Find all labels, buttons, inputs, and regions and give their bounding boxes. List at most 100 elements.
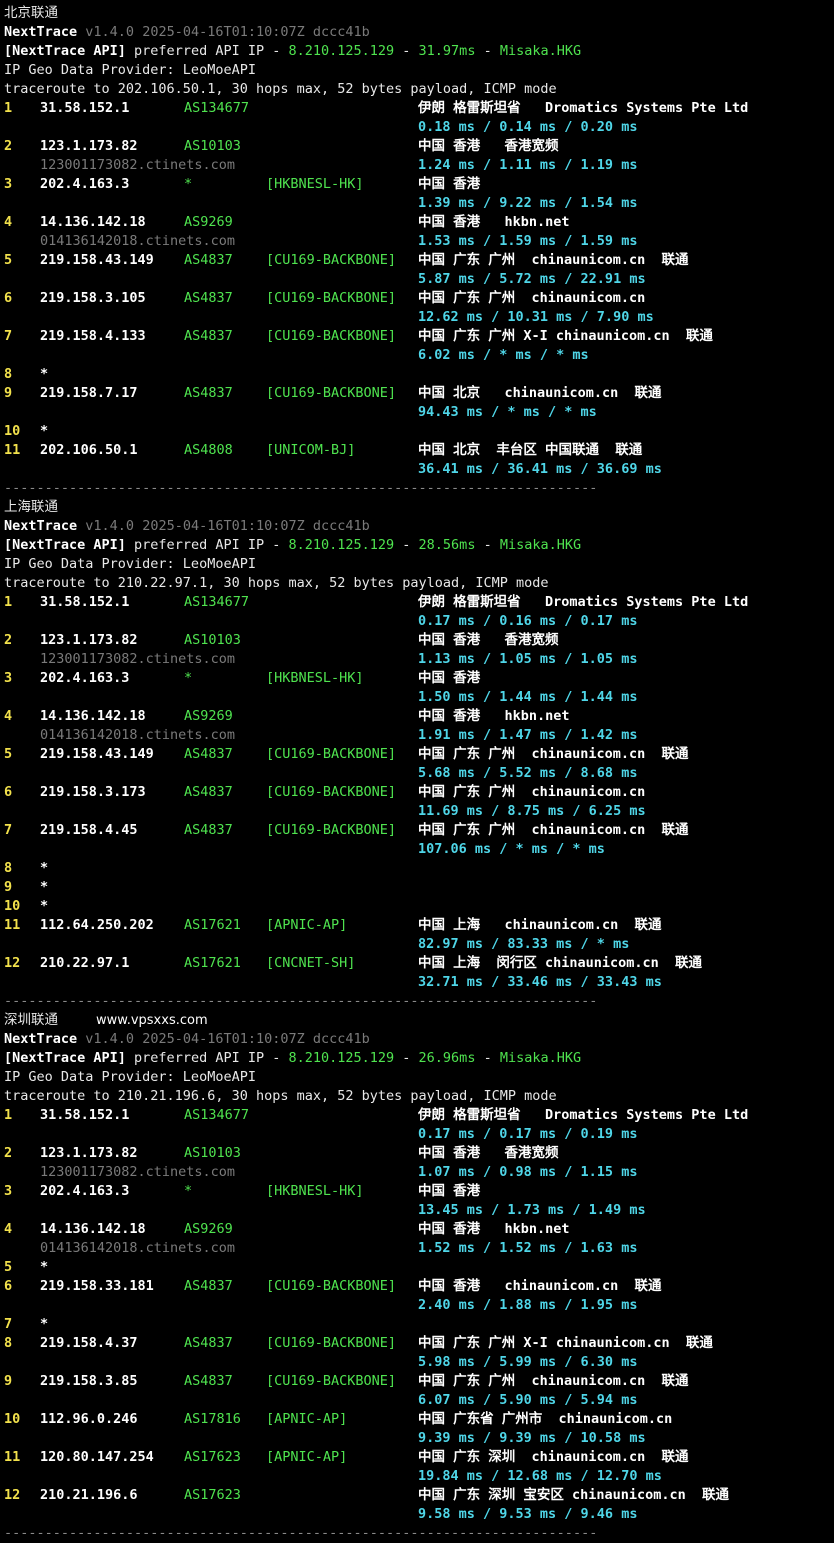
hop-asn: AS17623 (184, 1449, 241, 1465)
hop-row: 9 219.158.7.17 AS4837 [CU169-BACKBONE] 中国 北京… (4, 384, 830, 403)
hop-row: 1 31.58.152.1 AS134677 伊朗 格雷斯坦省 Dromatics S… (4, 593, 830, 612)
hop-asn: * (184, 1183, 193, 1199)
hop-tag: [UNICOM-BJ] (266, 442, 356, 458)
api-ip: 8.210.125.129 (288, 1050, 395, 1066)
geo-provider-text: IP Geo Data Provider: LeoMoeAPI (4, 62, 256, 78)
hop-geo: 中国 香港 香港宽频 (418, 138, 559, 154)
hop-hostname: 014136142018.ctinets.com (40, 727, 236, 743)
hop-number: 3 (4, 176, 13, 192)
hop-tag: [HKBNESL-HK] (266, 670, 364, 686)
hop-tag: [CU169-BACKBONE] (266, 1373, 397, 1389)
hop-latency: 9.58 ms / 9.53 ms / 9.46 ms (418, 1506, 638, 1522)
hop-detail-row: 1.50 ms / 1.44 ms / 1.44 ms (4, 688, 830, 707)
hop-row: 6 219.158.33.181 AS4837 [CU169-BACKBONE] 中国 … (4, 1277, 830, 1296)
hop-detail-row: 1.39 ms / 9.22 ms / 1.54 ms (4, 194, 830, 213)
hop-number: 5 (4, 746, 13, 762)
hop-asn: AS134677 (184, 594, 250, 610)
hop-number: 9 (4, 879, 13, 895)
hop-row: 4 14.136.142.18 AS9269 中国 香港 hkbn.net (4, 213, 830, 232)
hop-asn: AS10103 (184, 632, 241, 648)
hop-geo: 中国 香港 香港宽频 (418, 632, 559, 648)
hop-ip: * (40, 1259, 49, 1275)
hop-row: 10 112.96.0.246 AS17816 [APNIC-AP] 中国 广东省 广州… (4, 1410, 830, 1429)
hop-geo: 中国 香港 (418, 176, 481, 192)
api-mid: preferred API IP - (125, 537, 289, 553)
hop-row: 12 210.22.97.1 AS17621 [CNCNET-SH] 中国 上海 闵行区… (4, 954, 830, 973)
hop-latency: 5.68 ms / 5.52 ms / 8.68 ms (418, 765, 638, 781)
traceroute-line: traceroute to 210.22.97.1, 30 hops max, … (4, 574, 830, 593)
hop-latency: 1.53 ms / 1.59 ms / 1.59 ms (418, 233, 638, 249)
app-name: NextTrace (4, 1031, 78, 1047)
hop-asn: AS10103 (184, 138, 241, 154)
hop-tag: [CU169-BACKBONE] (266, 290, 397, 306)
hop-number: 1 (4, 594, 13, 610)
hop-geo: 伊朗 格雷斯坦省 Dromatics Systems Pte Ltd (418, 1107, 749, 1123)
hop-tag: [APNIC-AP] (266, 917, 348, 933)
hop-asn: AS4837 (184, 1278, 233, 1294)
hop-ip: * (40, 898, 49, 914)
hop-geo: 中国 广东 深圳 chinaunicom.cn 联通 (418, 1449, 689, 1465)
section-title-text: 北京联通 (4, 5, 58, 21)
hop-detail-row: 36.41 ms / 36.41 ms / 36.69 ms (4, 460, 830, 479)
geo-provider-line: IP Geo Data Provider: LeoMoeAPI (4, 555, 830, 574)
hop-latency: 1.50 ms / 1.44 ms / 1.44 ms (418, 689, 638, 705)
hop-number: 3 (4, 670, 13, 686)
hop-detail-row: 0.18 ms / 0.14 ms / 0.20 ms (4, 118, 830, 137)
hop-geo: 中国 广东 广州 chinaunicom.cn (418, 290, 646, 306)
api-latency: 31.97ms (418, 43, 476, 59)
hop-row: 3 202.4.163.3 * [HKBNESL-HK] 中国 香港 (4, 175, 830, 194)
hop-latency: 0.17 ms / 0.16 ms / 0.17 ms (418, 613, 638, 629)
geo-provider-line: IP Geo Data Provider: LeoMoeAPI (4, 1068, 830, 1087)
hop-number: 4 (4, 214, 13, 230)
hop-asn: AS4837 (184, 328, 233, 344)
hop-asn: AS4837 (184, 290, 233, 306)
traceroute-line: traceroute to 210.21.196.6, 30 hops max,… (4, 1087, 830, 1106)
hop-detail-row: 014136142018.ctinets.com 1.91 ms / 1.47 m… (4, 726, 830, 745)
hop-row: 6 219.158.3.173 AS4837 [CU169-BACKBONE] 中国 广… (4, 783, 830, 802)
hop-detail-row: 94.43 ms / * ms / * ms (4, 403, 830, 422)
hop-number: 6 (4, 290, 13, 306)
hop-detail-row: 5.98 ms / 5.99 ms / 6.30 ms (4, 1353, 830, 1372)
separator: ----------------------------------------… (4, 992, 830, 1011)
hop-hostname: 123001173082.ctinets.com (40, 651, 236, 667)
hop-asn: * (184, 670, 193, 686)
hop-row: 7 * (4, 1315, 830, 1334)
hop-ip: 219.158.3.105 (40, 290, 146, 306)
api-dash: - (394, 1050, 419, 1066)
api-prefix: [NextTrace API] (4, 1050, 126, 1066)
hop-ip: * (40, 423, 49, 439)
hop-row: 9 * (4, 878, 830, 897)
hop-hostname: 014136142018.ctinets.com (40, 1240, 236, 1256)
hop-number: 11 (4, 917, 21, 933)
hop-asn: AS4837 (184, 822, 233, 838)
hop-row: 8 219.158.4.37 AS4837 [CU169-BACKBONE] 中国 广东… (4, 1334, 830, 1353)
hop-geo: 中国 广东 深圳 宝安区 chinaunicom.cn 联通 (418, 1487, 730, 1503)
hop-ip: 219.158.43.149 (40, 252, 154, 268)
hop-geo: 伊朗 格雷斯坦省 Dromatics Systems Pte Ltd (418, 100, 749, 116)
section-title: 上海联通 (4, 498, 830, 517)
geo-provider-text: IP Geo Data Provider: LeoMoeAPI (4, 1069, 256, 1085)
hop-geo: 中国 广东 广州 X-I chinaunicom.cn 联通 (418, 328, 713, 344)
hop-asn: AS17621 (184, 955, 241, 971)
hop-geo: 中国 上海 闵行区 chinaunicom.cn 联通 (418, 955, 703, 971)
hop-latency: 5.87 ms / 5.72 ms / 22.91 ms (418, 271, 646, 287)
hop-ip: 14.136.142.18 (40, 1221, 146, 1237)
hop-number: 11 (4, 1449, 21, 1465)
hop-asn: AS9269 (184, 214, 233, 230)
api-node: Misaka.HKG (499, 43, 582, 59)
hop-tag: [CNCNET-SH] (266, 955, 356, 971)
hop-number: 10 (4, 898, 21, 914)
hop-asn: AS9269 (184, 1221, 233, 1237)
hop-latency: 36.41 ms / 36.41 ms / 36.69 ms (418, 461, 662, 477)
hop-geo: 中国 广东 广州 X-I chinaunicom.cn 联通 (418, 1335, 713, 1351)
hop-number: 4 (4, 708, 13, 724)
hop-ip: 219.158.4.45 (40, 822, 138, 838)
api-dash: - (475, 537, 500, 553)
hop-asn: AS4837 (184, 746, 233, 762)
hop-tag: [CU169-BACKBONE] (266, 746, 397, 762)
hop-detail-row: 5.87 ms / 5.72 ms / 22.91 ms (4, 270, 830, 289)
hop-row: 5 219.158.43.149 AS4837 [CU169-BACKBONE] 中国 … (4, 745, 830, 764)
hop-latency: 6.02 ms / * ms / * ms (418, 347, 589, 363)
hop-ip: * (40, 1316, 49, 1332)
hop-geo: 中国 上海 chinaunicom.cn 联通 (418, 917, 662, 933)
